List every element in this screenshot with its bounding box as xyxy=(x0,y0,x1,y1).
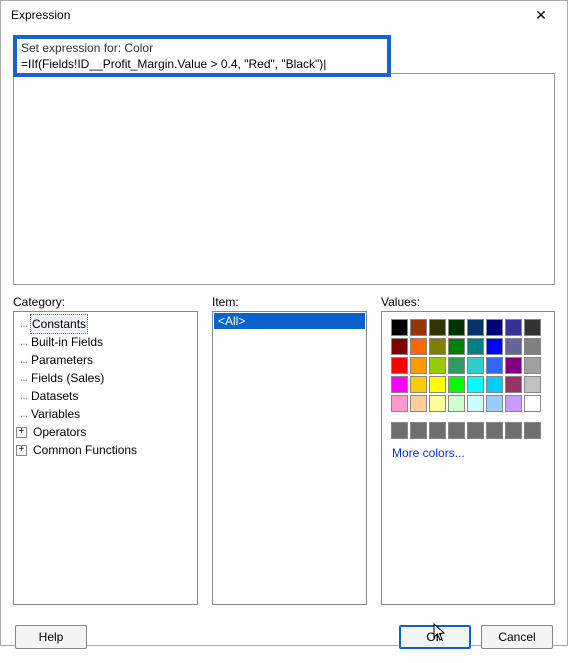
category-listbox[interactable]: … Constants… Built-in Fields… Parameters… xyxy=(13,311,198,605)
color-swatch[interactable] xyxy=(486,357,503,374)
color-swatch[interactable] xyxy=(467,395,484,412)
more-colors-link[interactable]: More colors... xyxy=(392,446,544,460)
category-item-label: Constants xyxy=(31,315,87,333)
category-item-label: Fields (Sales) xyxy=(31,369,104,387)
color-swatch[interactable] xyxy=(410,357,427,374)
color-swatch[interactable] xyxy=(486,395,503,412)
color-swatch[interactable] xyxy=(448,376,465,393)
color-swatch[interactable] xyxy=(467,376,484,393)
color-swatch[interactable] xyxy=(467,422,484,439)
expression-dialog: Expression ✕ Set expression for: Color =… xyxy=(0,0,568,646)
color-swatch[interactable] xyxy=(448,422,465,439)
color-swatch[interactable] xyxy=(524,395,541,412)
color-swatch[interactable] xyxy=(467,357,484,374)
color-swatch[interactable] xyxy=(410,376,427,393)
color-swatch[interactable] xyxy=(467,319,484,336)
item-listbox[interactable]: <All> xyxy=(212,311,367,605)
color-swatch[interactable] xyxy=(505,422,522,439)
category-row[interactable]: … Built-in Fields xyxy=(16,333,195,351)
color-swatch[interactable] xyxy=(391,422,408,439)
window-title: Expression xyxy=(11,8,525,22)
color-swatch[interactable] xyxy=(505,319,522,336)
ok-button[interactable]: OK xyxy=(399,625,471,649)
tree-dots-icon: … xyxy=(16,387,31,405)
values-box: More colors... xyxy=(381,311,555,605)
titlebar: Expression ✕ xyxy=(1,1,567,29)
values-panel: Values: More colors... xyxy=(381,295,555,605)
item-panel: Item: <All> xyxy=(212,295,367,605)
item-label: Item: xyxy=(212,295,367,309)
plus-icon[interactable]: + xyxy=(16,445,27,456)
dialog-footer: Help OK Cancel xyxy=(1,615,567,663)
color-swatch[interactable] xyxy=(467,338,484,355)
category-row[interactable]: … Parameters xyxy=(16,351,195,369)
tree-dots-icon: … xyxy=(16,315,31,333)
color-swatch[interactable] xyxy=(429,338,446,355)
set-expression-label: Set expression for: Color xyxy=(21,41,383,55)
category-item-label: Operators xyxy=(33,423,86,441)
color-swatch[interactable] xyxy=(448,357,465,374)
tree-dots-icon: … xyxy=(16,369,31,387)
color-swatch[interactable] xyxy=(448,395,465,412)
category-label: Category: xyxy=(13,295,198,309)
color-swatch[interactable] xyxy=(505,376,522,393)
cancel-button[interactable]: Cancel xyxy=(481,625,553,649)
help-button[interactable]: Help xyxy=(15,625,87,649)
close-icon[interactable]: ✕ xyxy=(525,1,557,29)
values-label: Values: xyxy=(381,295,555,309)
color-swatch[interactable] xyxy=(448,338,465,355)
color-swatch[interactable] xyxy=(505,338,522,355)
color-swatch[interactable] xyxy=(410,422,427,439)
category-item-label: Parameters xyxy=(31,351,93,369)
color-swatch[interactable] xyxy=(391,357,408,374)
item-all-row[interactable]: <All> xyxy=(214,313,365,329)
dialog-body: Set expression for: Color =IIf(Fields!ID… xyxy=(1,29,567,615)
color-swatch[interactable] xyxy=(391,376,408,393)
category-item-label: Variables xyxy=(31,405,80,423)
color-swatch[interactable] xyxy=(524,357,541,374)
color-swatch[interactable] xyxy=(429,376,446,393)
color-swatch[interactable] xyxy=(429,422,446,439)
color-swatch[interactable] xyxy=(505,357,522,374)
expression-text[interactable]: =IIf(Fields!ID__Profit_Margin.Value > 0.… xyxy=(21,57,383,71)
color-swatch[interactable] xyxy=(524,319,541,336)
color-swatch[interactable] xyxy=(429,357,446,374)
color-swatch[interactable] xyxy=(391,338,408,355)
color-swatch[interactable] xyxy=(486,376,503,393)
color-swatch[interactable] xyxy=(410,338,427,355)
tree-dots-icon: … xyxy=(16,333,31,351)
category-row[interactable]: + Operators xyxy=(16,423,195,441)
color-swatch[interactable] xyxy=(410,395,427,412)
color-swatch[interactable] xyxy=(410,319,427,336)
category-item-label: Datasets xyxy=(31,387,78,405)
tree-dots-icon: … xyxy=(16,351,31,369)
color-swatch[interactable] xyxy=(486,319,503,336)
color-swatch[interactable] xyxy=(486,422,503,439)
category-row[interactable]: + Common Functions xyxy=(16,441,195,459)
color-swatch[interactable] xyxy=(429,319,446,336)
color-swatch[interactable] xyxy=(391,319,408,336)
category-row[interactable]: … Datasets xyxy=(16,387,195,405)
color-swatch[interactable] xyxy=(486,338,503,355)
color-grid[interactable]: More colors... xyxy=(382,312,554,472)
color-swatch[interactable] xyxy=(524,376,541,393)
category-row[interactable]: … Constants xyxy=(16,315,195,333)
tree-dots-icon: … xyxy=(16,405,31,423)
category-row[interactable]: … Variables xyxy=(16,405,195,423)
plus-icon[interactable]: + xyxy=(16,427,27,438)
category-item-label: Common Functions xyxy=(33,441,137,459)
color-swatch[interactable] xyxy=(391,395,408,412)
category-panel: Category: … Constants… Built-in Fields… … xyxy=(13,295,198,605)
color-swatch[interactable] xyxy=(524,338,541,355)
expression-highlight: Set expression for: Color =IIf(Fields!ID… xyxy=(13,35,391,77)
category-row[interactable]: … Fields (Sales) xyxy=(16,369,195,387)
color-swatch[interactable] xyxy=(429,395,446,412)
color-swatch[interactable] xyxy=(505,395,522,412)
category-item-label: Built-in Fields xyxy=(31,333,103,351)
lower-panels: Category: … Constants… Built-in Fields… … xyxy=(13,295,555,605)
color-swatch[interactable] xyxy=(448,319,465,336)
expression-editor[interactable] xyxy=(13,73,555,285)
color-swatch[interactable] xyxy=(524,422,541,439)
